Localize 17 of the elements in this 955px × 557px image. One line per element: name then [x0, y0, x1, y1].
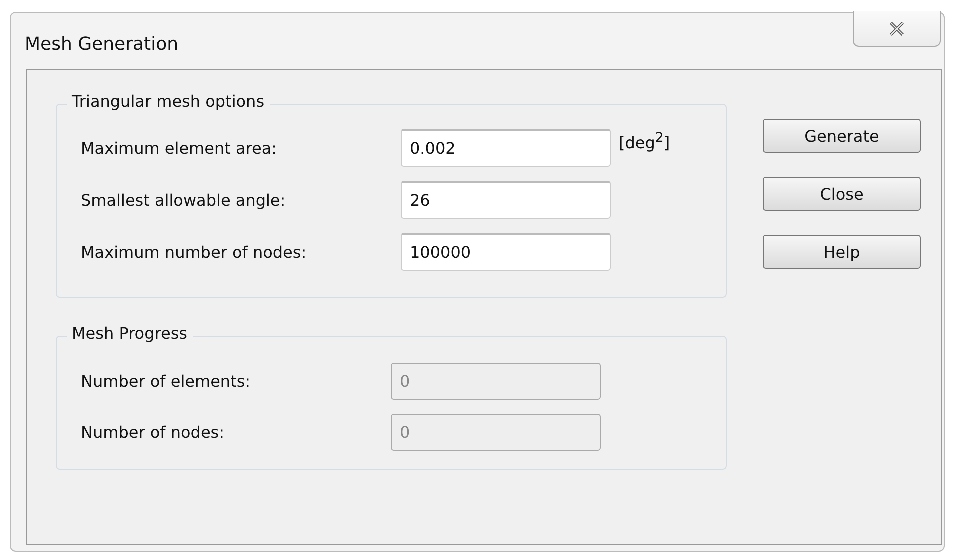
field-label: Maximum number of nodes:	[81, 242, 308, 262]
input-field[interactable]: 0.002	[401, 129, 611, 167]
dialog-button[interactable]: Close	[763, 177, 921, 211]
unit-label: [deg$^{2}$]	[619, 131, 670, 153]
group-title: Triangular mesh options	[67, 92, 270, 111]
close-button[interactable]	[853, 11, 941, 47]
dialog-button[interactable]: Help	[763, 235, 921, 269]
field-label: Maximum element area:	[81, 138, 278, 158]
field-label: Smallest allowable angle:	[81, 190, 287, 210]
field-label: Number of nodes:	[81, 423, 226, 442]
dialog-button[interactable]: Generate	[763, 119, 921, 153]
close-icon	[889, 22, 905, 36]
window-title: Mesh Generation	[25, 34, 179, 54]
field-label: Number of elements:	[81, 372, 252, 391]
input-field[interactable]: 100000	[401, 233, 611, 271]
group-title: Mesh Progress	[67, 324, 192, 343]
input-field[interactable]: 26	[401, 181, 611, 219]
